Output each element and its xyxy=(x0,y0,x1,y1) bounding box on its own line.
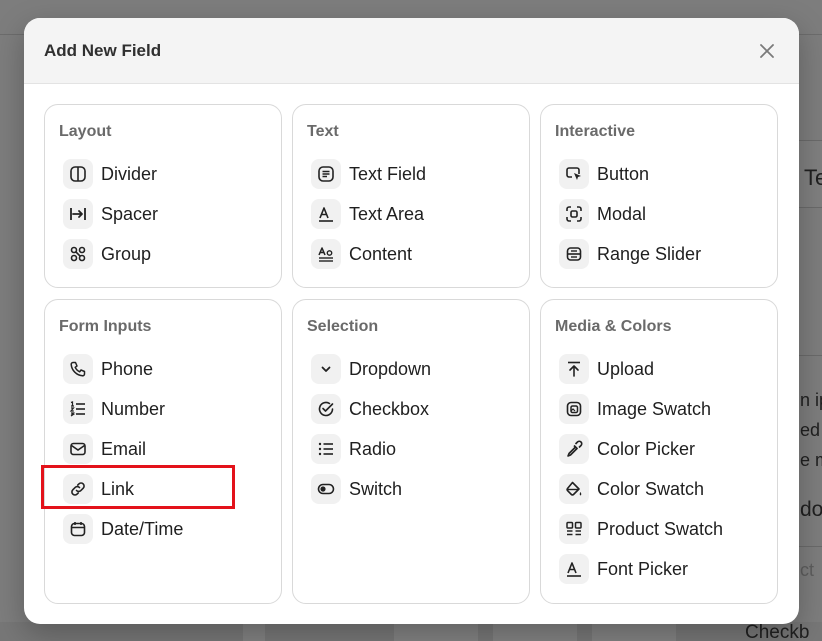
field-option-content[interactable]: Content xyxy=(311,238,521,270)
field-option-label: Text Field xyxy=(349,163,427,184)
field-option-label: Image Swatch xyxy=(597,398,712,419)
field-option-switch[interactable]: Switch xyxy=(311,473,521,505)
background-text: e m xyxy=(800,450,822,470)
field-option-divider[interactable]: Divider xyxy=(63,158,273,190)
section-selection: Selection Dropdown Checkbox Radio Switch xyxy=(292,299,530,604)
section-title: Form Inputs xyxy=(59,318,152,335)
field-option-radio[interactable]: Radio xyxy=(311,433,521,465)
field-option-color-swatch[interactable]: Color Swatch xyxy=(559,473,769,505)
background-text: ct xyxy=(800,560,815,580)
email-icon xyxy=(63,434,93,464)
field-option-label: Product Swatch xyxy=(597,518,724,539)
check-circle-icon xyxy=(311,394,341,424)
field-option-email[interactable]: Email xyxy=(63,433,273,465)
font-icon xyxy=(559,554,589,584)
section-interactive: Interactive Button Modal Range Slider xyxy=(540,104,778,288)
field-option-label: Group xyxy=(101,243,152,264)
field-option-color-picker[interactable]: Color Picker xyxy=(559,433,769,465)
field-option-label: Button xyxy=(597,163,650,184)
background-divider xyxy=(798,546,822,547)
close-button[interactable] xyxy=(755,39,779,63)
field-option-checkbox[interactable]: Checkbox xyxy=(311,393,521,425)
number-list-icon xyxy=(63,394,93,424)
field-option-label: Switch xyxy=(349,478,403,499)
divider-icon xyxy=(63,159,93,189)
phone-icon xyxy=(63,354,93,384)
field-option-label: Checkbox xyxy=(349,398,430,419)
eyedropper-icon xyxy=(559,434,589,464)
calendar-icon xyxy=(63,514,93,544)
field-option-label: Upload xyxy=(597,358,655,379)
field-option-text-field[interactable]: Text Field xyxy=(311,158,521,190)
field-option-label: Text Area xyxy=(349,203,425,224)
chevron-down-icon xyxy=(311,354,341,384)
toggle-icon xyxy=(311,474,341,504)
section-title: Media & Colors xyxy=(555,318,672,335)
field-option-label: Radio xyxy=(349,438,397,459)
section-title: Text xyxy=(307,123,339,140)
background-text: Checkb xyxy=(745,622,810,641)
field-option-label: Link xyxy=(101,478,135,499)
field-option-upload[interactable]: Upload xyxy=(559,353,769,385)
field-option-product-swatch[interactable]: Product Swatch xyxy=(559,513,769,545)
background-strip xyxy=(0,622,822,641)
field-option-label: Color Picker xyxy=(597,438,696,459)
field-option-modal[interactable]: Modal xyxy=(559,198,769,230)
background-text: n ip xyxy=(800,390,822,410)
field-option-label: Modal xyxy=(597,203,647,224)
field-option-label: Range Slider xyxy=(597,243,702,264)
field-option-label: Divider xyxy=(101,163,158,184)
list-icon xyxy=(311,434,341,464)
upload-icon xyxy=(559,354,589,384)
section-media-colors: Media & Colors Upload Image Swatch Color… xyxy=(540,299,778,604)
section-title: Interactive xyxy=(555,123,636,140)
field-option-label: Dropdown xyxy=(349,358,432,379)
field-option-range-slider[interactable]: Range Slider xyxy=(559,238,769,270)
background-text: ed xyxy=(800,420,821,440)
field-option-label: Content xyxy=(349,243,413,264)
field-option-button[interactable]: Button xyxy=(559,158,769,190)
paint-bucket-icon xyxy=(559,474,589,504)
field-option-font-picker[interactable]: Font Picker xyxy=(559,553,769,585)
section-layout: Layout Divider Spacer Group xyxy=(44,104,282,288)
spacer-icon xyxy=(63,199,93,229)
text-area-icon xyxy=(311,199,341,229)
field-option-label: Email xyxy=(101,438,147,459)
background-divider xyxy=(798,355,822,356)
field-option-label: Color Swatch xyxy=(597,478,705,499)
field-option-label: Spacer xyxy=(101,203,159,224)
field-option-dropdown[interactable]: Dropdown xyxy=(311,353,521,385)
close-icon xyxy=(760,43,774,58)
section-text: Text Text Field Text Area Content xyxy=(292,104,530,288)
modal-header: Add New Field xyxy=(24,18,799,84)
field-option-image-swatch[interactable]: Image Swatch xyxy=(559,393,769,425)
field-option-group[interactable]: Group xyxy=(63,238,273,270)
group-icon xyxy=(63,239,93,269)
field-option-text-area[interactable]: Text Area xyxy=(311,198,521,230)
section-title: Layout xyxy=(59,123,112,140)
add-field-modal: Add New Field Layout Divider Spacer Grou… xyxy=(24,18,799,624)
field-option-label: Phone xyxy=(101,358,154,379)
image-swatch-icon xyxy=(559,394,589,424)
field-option-label: Font Picker xyxy=(597,558,689,579)
content-icon xyxy=(311,239,341,269)
link-icon xyxy=(63,474,93,504)
product-grid-icon xyxy=(559,514,589,544)
field-option-phone[interactable]: Phone xyxy=(63,353,273,385)
button-cursor-icon xyxy=(559,159,589,189)
range-slider-icon xyxy=(559,239,589,269)
field-option-number[interactable]: Number xyxy=(63,393,273,425)
field-option-date-time[interactable]: Date/Time xyxy=(63,513,273,545)
field-option-label: Number xyxy=(101,398,166,419)
field-option-label: Date/Time xyxy=(101,518,184,539)
field-option-link[interactable]: Link xyxy=(63,473,273,505)
section-form-inputs: Form Inputs Phone Number Email Link Date… xyxy=(44,299,282,604)
modal-icon xyxy=(559,199,589,229)
field-option-spacer[interactable]: Spacer xyxy=(63,198,273,230)
section-title: Selection xyxy=(307,318,379,335)
background-text: do xyxy=(800,498,822,521)
text-field-icon xyxy=(311,159,341,189)
background-text: Te xyxy=(804,165,822,190)
modal-title: Add New Field xyxy=(44,40,162,60)
